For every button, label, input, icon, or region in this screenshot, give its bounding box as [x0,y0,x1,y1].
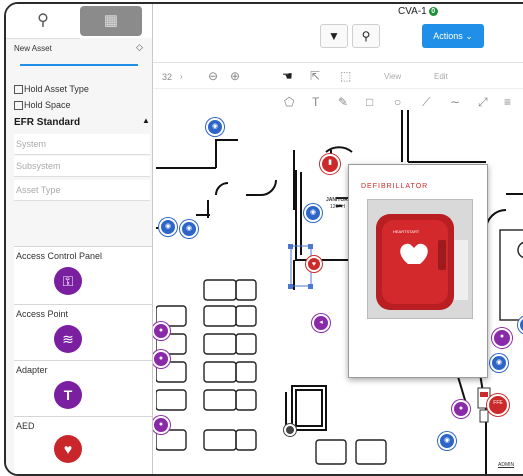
filter-button[interactable]: ▼ [320,24,348,48]
checkbox-label: Hold Space [24,100,71,110]
title-text: CVA-1 [398,6,427,17]
fire-alarm-marker-icon[interactable]: ▮ [320,154,340,174]
checkbox-label: Hold Asset Type [24,84,89,94]
search-button[interactable]: ⚲ [352,24,380,48]
hold-space-checkbox[interactable]: Hold Space [14,100,71,111]
asset-marker-icon[interactable]: ◉ [304,204,322,222]
view-toolbar: 32 › ⊖ ⊕ ☚ ⇱ ⬚ View Edit [152,66,523,89]
purple-marker-icon[interactable]: ● [152,416,170,434]
rectangle-icon[interactable]: □ [366,95,373,109]
new-asset-select[interactable]: New Asset [14,44,52,53]
purple-marker-icon[interactable]: ● [152,322,170,340]
view-tab[interactable]: View [384,72,401,81]
building-icon: ▦ [103,12,119,29]
heart-icon: ♥ [54,435,82,463]
access-control-panel-icon: ⚿ [54,267,82,295]
chevron-icon: › [180,72,183,81]
admin-label: ADMIN [498,462,515,468]
dot-marker-icon[interactable] [284,424,296,436]
asset-marker-icon[interactable]: ◉ [180,220,198,238]
hold-asset-type-checkbox[interactable]: Hold Asset Type [14,84,89,95]
text-tool-icon[interactable]: T [312,95,319,109]
aed-marker-icon[interactable]: ♥ [306,256,322,272]
purple-marker-icon[interactable]: ● [492,328,512,348]
select-toggle-icon[interactable]: ◇ [136,42,143,53]
pan-hand-icon[interactable]: ☚ [282,69,293,83]
marquee-icon[interactable]: ⬚ [340,69,351,83]
pen-icon[interactable]: ✎ [338,95,348,109]
panel-tabs: ⚲ ▦ [6,4,152,39]
edit-tab[interactable]: Edit [434,72,448,81]
asset-marker-icon[interactable]: ◉ [490,354,508,372]
asset-marker-icon[interactable]: ◉ [159,218,177,236]
menu-icon[interactable]: ≡ [504,95,511,109]
asset-type-field[interactable]: Asset Type [14,180,150,201]
zoom-out-icon[interactable]: ⊖ [208,69,218,83]
checkbox-box[interactable] [14,85,23,95]
select-arrow-icon[interactable]: ⇱ [310,69,320,83]
top-bar: CVA-1 0 ▼ ⚲ Actions ⌄ [152,4,523,63]
asset-card-access-point[interactable]: Access Point ≋ [14,304,152,361]
draw-toolbar: ⬠ T ✎ □ ○ ⟋ ∼ ⤢ ≡ [152,92,523,114]
asset-marker-icon[interactable]: ◉ [206,118,224,136]
purple-marker-icon[interactable]: ● [152,350,170,368]
asset-card-access-control-panel[interactable]: Access Control Panel ⚿ [14,246,152,305]
actions-label: Actions [433,31,463,41]
asset-photo-popup[interactable]: DEFIBRILLATOR HEARTSTART [348,164,488,378]
zoom-in-icon[interactable]: ⊕ [230,69,240,83]
adapter-icon: T [54,381,82,409]
aed-device-image [368,200,472,318]
asset-panel: ⚲ ▦ New Asset ◇ Hold Asset Type Hold Spa… [6,4,153,474]
speaker-marker-icon[interactable]: ◂ [312,314,330,332]
app-window: ◉ ▮ ◉ ◉ ◉ ♥ ◂ ● ● ● ● ◉ ◉ ● ◉ FFE JANITO… [4,2,523,476]
tab-stamp[interactable]: ⚲ [6,4,80,39]
polygon-icon[interactable]: ⬠ [284,95,294,109]
status-badge: 0 [428,6,438,16]
chevron-down-icon: ⌄ [465,31,473,41]
checkbox-box[interactable] [14,101,23,111]
search-icon: ⚲ [361,29,371,43]
arrow-icon[interactable]: ⤢ [478,95,488,110]
filter-icon: ▼ [328,29,340,43]
asset-card-label: AED [16,421,35,431]
tab-building[interactable]: ▦ [80,6,142,36]
document-title: CVA-1 0 [398,6,438,17]
asset-card-aed[interactable]: AED ♥ [14,416,152,474]
active-indicator [20,64,138,66]
actions-button[interactable]: Actions ⌄ [422,24,484,48]
aed-cabinet-photo [367,199,473,319]
subsystem-field[interactable]: Subsystem [14,156,150,177]
stamp-icon: ⚲ [37,12,49,29]
fire-extinguisher-marker-icon[interactable]: FFE [487,394,509,416]
asset-card-label: Adapter [16,365,48,375]
asset-card-adapter[interactable]: Adapter T [14,360,152,417]
asset-marker-icon[interactable]: ◉ [438,432,456,450]
purple-marker-icon[interactable]: ● [452,400,470,418]
room-label: JANITOR [326,197,348,203]
zoom-value: 32 [162,72,173,82]
wifi-icon: ≋ [54,325,82,353]
asset-card-label: Access Control Panel [16,251,103,261]
cabinet-header-text: DEFIBRILLATOR [361,183,429,190]
device-text: HEARTSTART [393,229,420,234]
circle-icon[interactable]: ○ [394,95,401,109]
collapse-icon[interactable]: ▲ [142,116,150,125]
section-title: EFR Standard [14,117,81,128]
line-icon[interactable]: ⟋ [422,95,430,110]
room-area: 120FH [330,204,346,210]
curve-icon[interactable]: ∼ [450,95,460,109]
system-field[interactable]: System [14,134,150,155]
asset-card-label: Access Point [16,309,69,319]
